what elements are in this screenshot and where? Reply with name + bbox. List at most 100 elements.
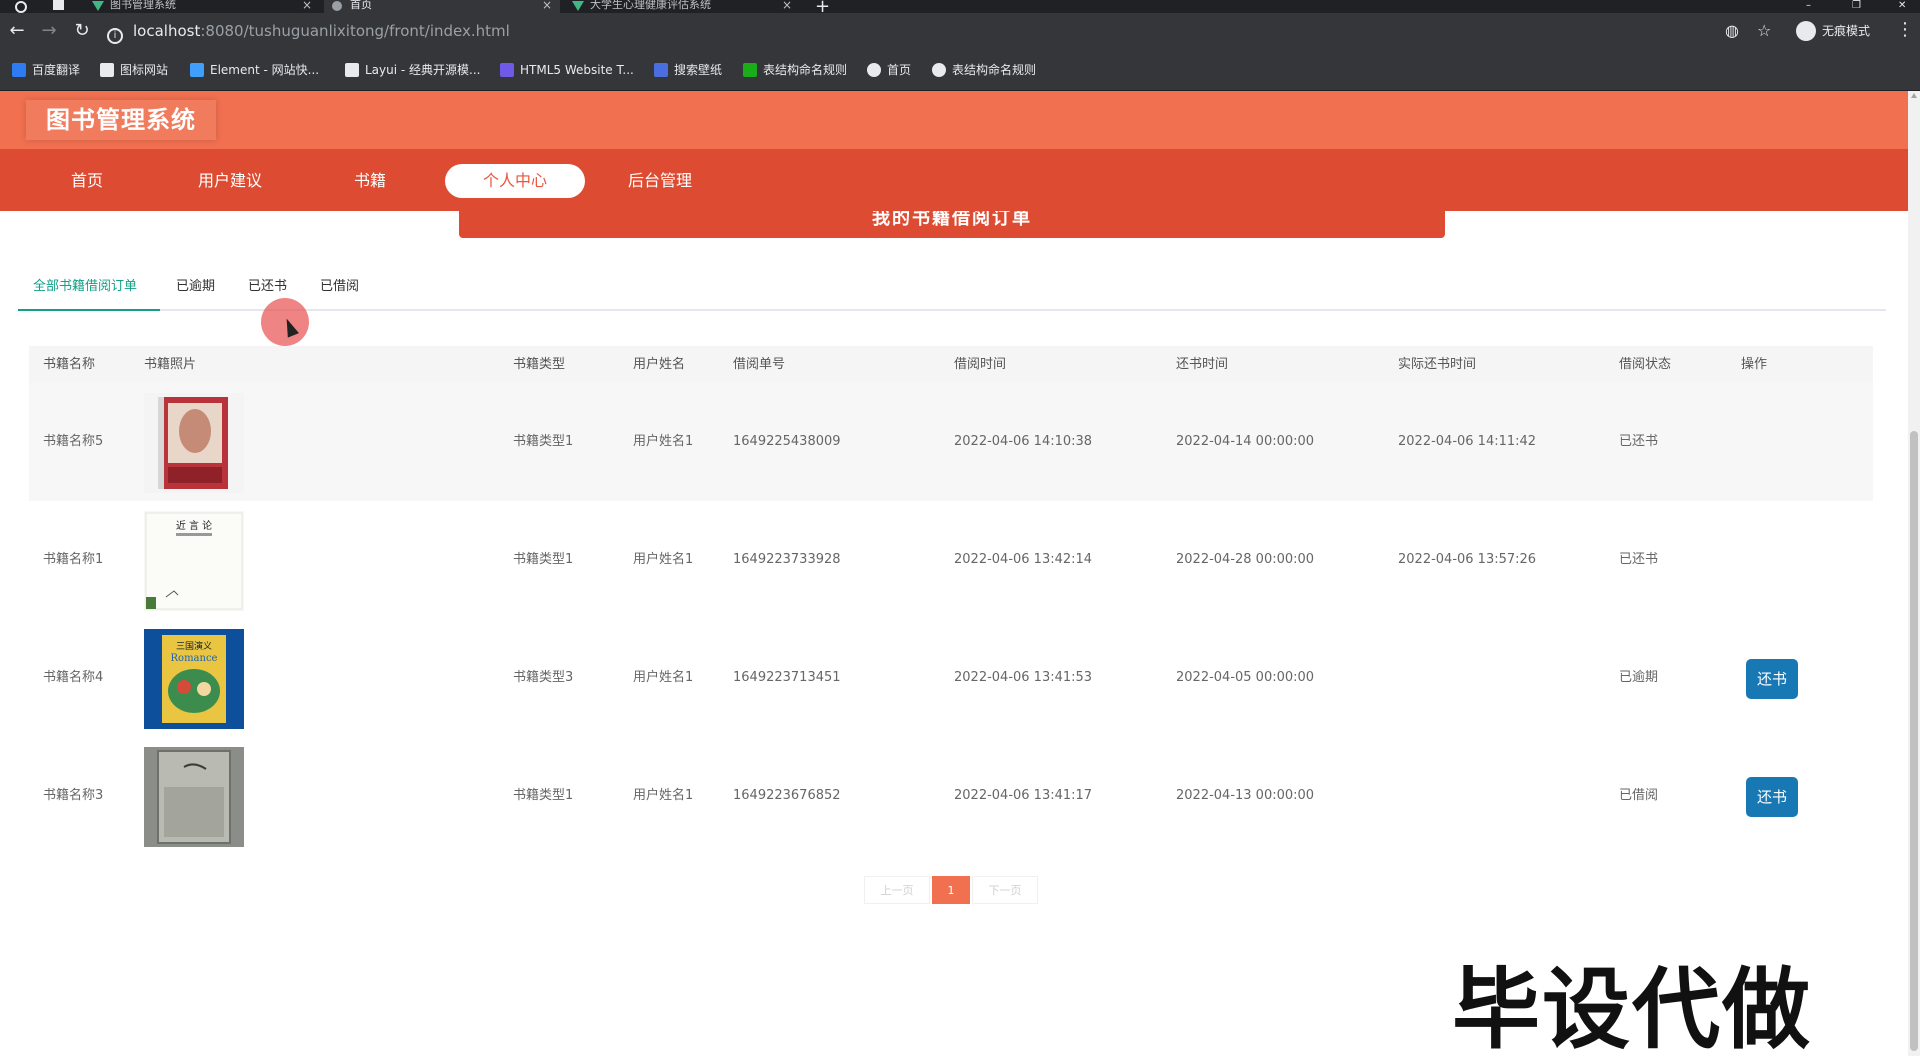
bookmark-item[interactable]: 表结构命名规则: [932, 60, 1036, 80]
due-time: 2022-04-14 00:00:00: [1176, 434, 1315, 449]
tab-search-icon[interactable]: [53, 0, 64, 10]
user-name: 用户姓名1: [633, 434, 694, 449]
star-icon[interactable]: ☆: [1757, 21, 1771, 40]
sheet-icon: [743, 63, 757, 77]
browser-tab-title: 首页: [350, 0, 372, 11]
reload-icon[interactable]: ↻: [71, 20, 93, 42]
scrollbar-thumb[interactable]: [1910, 431, 1918, 1051]
bookmark-item[interactable]: Layui - 经典开源模...: [345, 60, 480, 80]
bookmark-label: Layui - 经典开源模...: [365, 63, 481, 77]
active-tab-indicator: [18, 309, 160, 311]
scroll-up-arrow-icon[interactable]: [1911, 93, 1917, 98]
browser-tab-2[interactable]: 首页 ×: [324, 0, 560, 13]
status-badge: 已还书: [1619, 434, 1659, 449]
address-bar[interactable]: i localhost:8080/tushuguanlixitong/front/…: [107, 15, 1787, 47]
nav-item-home[interactable]: 首页: [40, 164, 134, 198]
borrow-time: 2022-04-06 14:10:38: [954, 434, 1093, 449]
nav-item-admin[interactable]: 后台管理: [610, 164, 710, 198]
status-badge: 已借阅: [1619, 788, 1659, 803]
bookmark-item[interactable]: 首页: [867, 60, 911, 80]
column-header: 实际还书时间: [1398, 357, 1477, 372]
info-icon[interactable]: i: [107, 28, 123, 44]
bookmark-label: 图标网站: [120, 63, 169, 77]
book-cover-image: 近 言 论: [144, 511, 244, 611]
bookmark-item[interactable]: 表结构命名规则: [743, 60, 847, 80]
window-close-icon[interactable]: ✕: [1898, 0, 1906, 11]
nav-item-profile[interactable]: 个人中心: [445, 164, 585, 198]
column-header: 还书时间: [1176, 357, 1229, 372]
nav-item-suggestions[interactable]: 用户建议: [180, 164, 280, 198]
layui-logo-icon: [345, 63, 359, 77]
table-row: 书籍名称3 书籍类型1 用户姓名1 1649223676852 2022-04-…: [29, 737, 1873, 855]
cover-romance-book-graphic: 三国演义 Romance: [144, 629, 244, 729]
close-icon[interactable]: ×: [542, 0, 552, 11]
order-number: 1649223713451: [733, 670, 841, 685]
url-host: localhost: [133, 22, 201, 40]
browser-tab-3[interactable]: 大学生心理健康评估系统 ×: [564, 0, 800, 13]
browser-tab-title: 图书管理系统: [110, 0, 176, 11]
browser-tab-title: 大学生心理健康评估系统: [590, 0, 711, 11]
globe-icon: [867, 63, 881, 77]
borrow-time: 2022-04-06 13:41:17: [954, 788, 1093, 803]
minimize-icon[interactable]: –: [1806, 0, 1811, 11]
status-badge: 已还书: [1619, 552, 1659, 567]
bookmarks-bar: 百度翻译 图标网站 Element - 网站快... Layui - 经典开源模…: [0, 49, 1920, 91]
bookmark-item[interactable]: 百度翻译: [12, 60, 80, 80]
more-menu-icon[interactable]: ⋮: [1896, 19, 1914, 40]
book-cover-image: 三国演义 Romance: [144, 629, 244, 729]
bookmark-item[interactable]: 搜索壁纸: [654, 60, 722, 80]
close-icon[interactable]: ×: [782, 0, 792, 11]
nav-item-books[interactable]: 书籍: [330, 164, 410, 198]
book-type: 书籍类型1: [513, 788, 574, 803]
vue-logo-icon: [92, 1, 104, 11]
site-header: 图书管理系统: [0, 91, 1908, 149]
cover-white-book-graphic: 近 言 论: [144, 511, 244, 611]
next-page-button[interactable]: 下一页: [972, 876, 1038, 904]
status-badge: 已逾期: [1619, 670, 1659, 685]
globe-icon: [332, 1, 342, 11]
bookmark-item[interactable]: 图标网站: [100, 60, 168, 80]
prev-page-button[interactable]: 上一页: [864, 876, 930, 904]
due-time: 2022-04-28 00:00:00: [1176, 552, 1315, 567]
browser-menu-icon[interactable]: [15, 1, 27, 13]
return-book-button[interactable]: 还书: [1746, 777, 1798, 817]
page-number-button[interactable]: 1: [932, 876, 970, 904]
maximize-icon[interactable]: ❐: [1852, 0, 1861, 11]
incognito-badge[interactable]: 无痕模式: [1796, 21, 1870, 41]
column-header: 书籍类型: [513, 357, 566, 372]
column-header: 借阅单号: [733, 357, 786, 372]
bookmark-label: 首页: [887, 63, 912, 77]
back-arrow-icon[interactable]: ←: [6, 20, 28, 42]
bookmark-label: HTML5 Website T...: [520, 63, 634, 77]
close-icon[interactable]: ×: [302, 0, 312, 11]
bookmark-item[interactable]: Element - 网站快...: [190, 60, 319, 80]
page-viewport: 图书管理系统 首页 用户建议 书籍 个人中心 后台管理 我的书籍借阅订单 全部书…: [0, 91, 1920, 1056]
tab-overdue[interactable]: 已逾期: [176, 275, 215, 311]
forward-arrow-icon[interactable]: →: [38, 20, 60, 42]
wallpaper-icon: [654, 63, 668, 77]
cover-red-book-graphic: [144, 393, 244, 493]
tab-all-orders[interactable]: 全部书籍借阅订单: [33, 275, 137, 311]
cover-title: 近 言 论: [176, 519, 212, 532]
eye-off-icon[interactable]: ◍: [1725, 21, 1739, 40]
table-header: 书籍名称 书籍照片 书籍类型 用户姓名 借阅单号 借阅时间 还书时间 实际还书时…: [29, 346, 1873, 383]
book-type: 书籍类型3: [513, 670, 574, 685]
due-time: 2022-04-13 00:00:00: [1176, 788, 1315, 803]
bookmark-label: 表结构命名规则: [952, 63, 1037, 77]
bookmark-label: 搜索壁纸: [674, 63, 723, 77]
bookmark-item[interactable]: HTML5 Website T...: [500, 60, 634, 80]
table-row: 书籍名称4 三国演义 Romance 书籍类型3 用户姓名1 164922371…: [29, 619, 1873, 737]
page-scrollbar[interactable]: [1908, 91, 1920, 1056]
cover-gray-book-graphic: [144, 747, 244, 847]
watermark-text: 毕设代做: [1452, 958, 1813, 1056]
due-time: 2022-04-05 00:00:00: [1176, 670, 1315, 685]
page-banner: 我的书籍借阅订单: [459, 211, 1445, 238]
book-type: 书籍类型1: [513, 434, 574, 449]
tab-borrowed[interactable]: 已借阅: [320, 275, 359, 311]
book-name: 书籍名称4: [43, 670, 104, 685]
return-book-button[interactable]: 还书: [1746, 659, 1798, 699]
browser-tab-1[interactable]: 图书管理系统 ×: [84, 0, 320, 13]
order-number: 1649225438009: [733, 434, 841, 449]
cover-title: 三国演义: [176, 640, 212, 652]
main-nav: 首页 用户建议 书籍 个人中心 后台管理: [0, 149, 1908, 211]
